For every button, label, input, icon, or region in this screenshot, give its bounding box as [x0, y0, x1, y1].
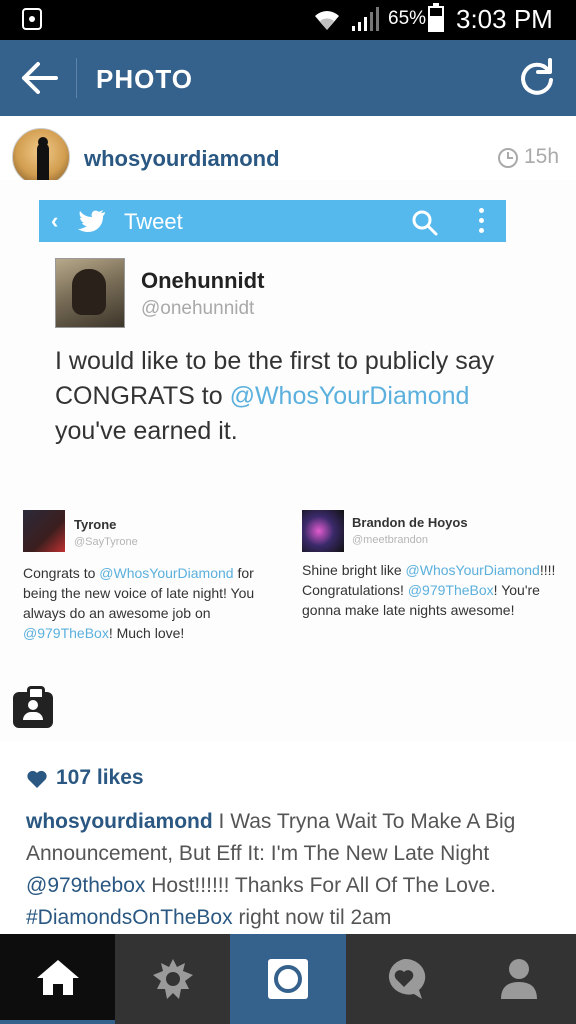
page-title: PHOTO — [96, 64, 193, 94]
reply-author-name: Tyrone — [74, 517, 117, 532]
nav-explore[interactable] — [115, 934, 230, 1024]
status-bar: 65% 3:03 PM — [0, 0, 576, 40]
twitter-bird-icon — [78, 210, 105, 232]
search-icon — [412, 210, 438, 236]
tweet-author-handle: @onehunnidt — [141, 298, 255, 319]
reply-avatar — [302, 510, 344, 552]
tweet-text: I would like to be the first to publicly… — [55, 347, 495, 445]
status-time: 3:03 PM — [456, 4, 553, 34]
post-caption: whosyourdiamond I Was Tryna Wait To Make… — [26, 810, 516, 929]
reply-author-handle: @SayTyrone — [74, 536, 138, 548]
tweet-author-name: Onehunnidt — [141, 268, 265, 293]
caption-mention[interactable]: @979thebox — [26, 874, 145, 897]
reply-text: Congrats to @WhosYourDiamond for being t… — [23, 565, 255, 641]
camera-icon — [268, 959, 308, 999]
notification-icon — [22, 8, 42, 30]
nav-profile[interactable] — [461, 934, 576, 1024]
reply-avatar — [23, 510, 65, 552]
tweet-bar: ‹ Tweet — [39, 200, 506, 242]
nav-home[interactable] — [0, 934, 115, 1024]
post-time: 15h — [524, 145, 560, 168]
reply-author-name: Brandon de Hoyos — [352, 515, 468, 530]
avatar[interactable] — [12, 128, 70, 186]
clock-icon — [498, 148, 518, 168]
header-divider — [76, 58, 77, 98]
chevron-left-icon: ‹ — [51, 208, 59, 233]
people-tag-icon[interactable] — [13, 686, 53, 728]
explore-icon — [152, 959, 193, 999]
app-header: PHOTO — [0, 40, 576, 116]
arrow-left-icon[interactable] — [14, 56, 64, 100]
battery-percent: 65% — [388, 8, 427, 29]
bottom-nav — [0, 934, 576, 1024]
tweet-bar-title: Tweet — [124, 209, 183, 234]
likes-count[interactable]: 107 likes — [56, 766, 144, 790]
signal-icon — [352, 7, 379, 31]
tweet-mention: @WhosYourDiamond — [229, 382, 470, 410]
post-photo[interactable]: ‹ Tweet Onehunnidt @onehunnidt I would l… — [0, 180, 576, 742]
nav-camera[interactable] — [230, 934, 346, 1024]
caption-hashtag[interactable]: #DiamondsOnTheBox — [26, 906, 233, 929]
heart-icon — [27, 770, 47, 788]
battery-icon — [428, 3, 444, 32]
nav-activity[interactable] — [346, 934, 461, 1024]
home-icon — [36, 960, 79, 995]
reply-text: Shine bright like @WhosYourDiamond!!!! C… — [302, 562, 556, 618]
reply-author-handle: @meetbrandon — [352, 534, 428, 546]
wifi-icon — [315, 11, 339, 30]
tweet-avatar — [55, 258, 125, 328]
refresh-icon[interactable] — [514, 56, 560, 102]
activity-icon — [388, 958, 425, 999]
post-username[interactable]: whosyourdiamond — [84, 146, 280, 172]
more-icon — [477, 208, 485, 236]
profile-icon — [500, 959, 537, 999]
caption-username[interactable]: whosyourdiamond — [26, 810, 213, 833]
